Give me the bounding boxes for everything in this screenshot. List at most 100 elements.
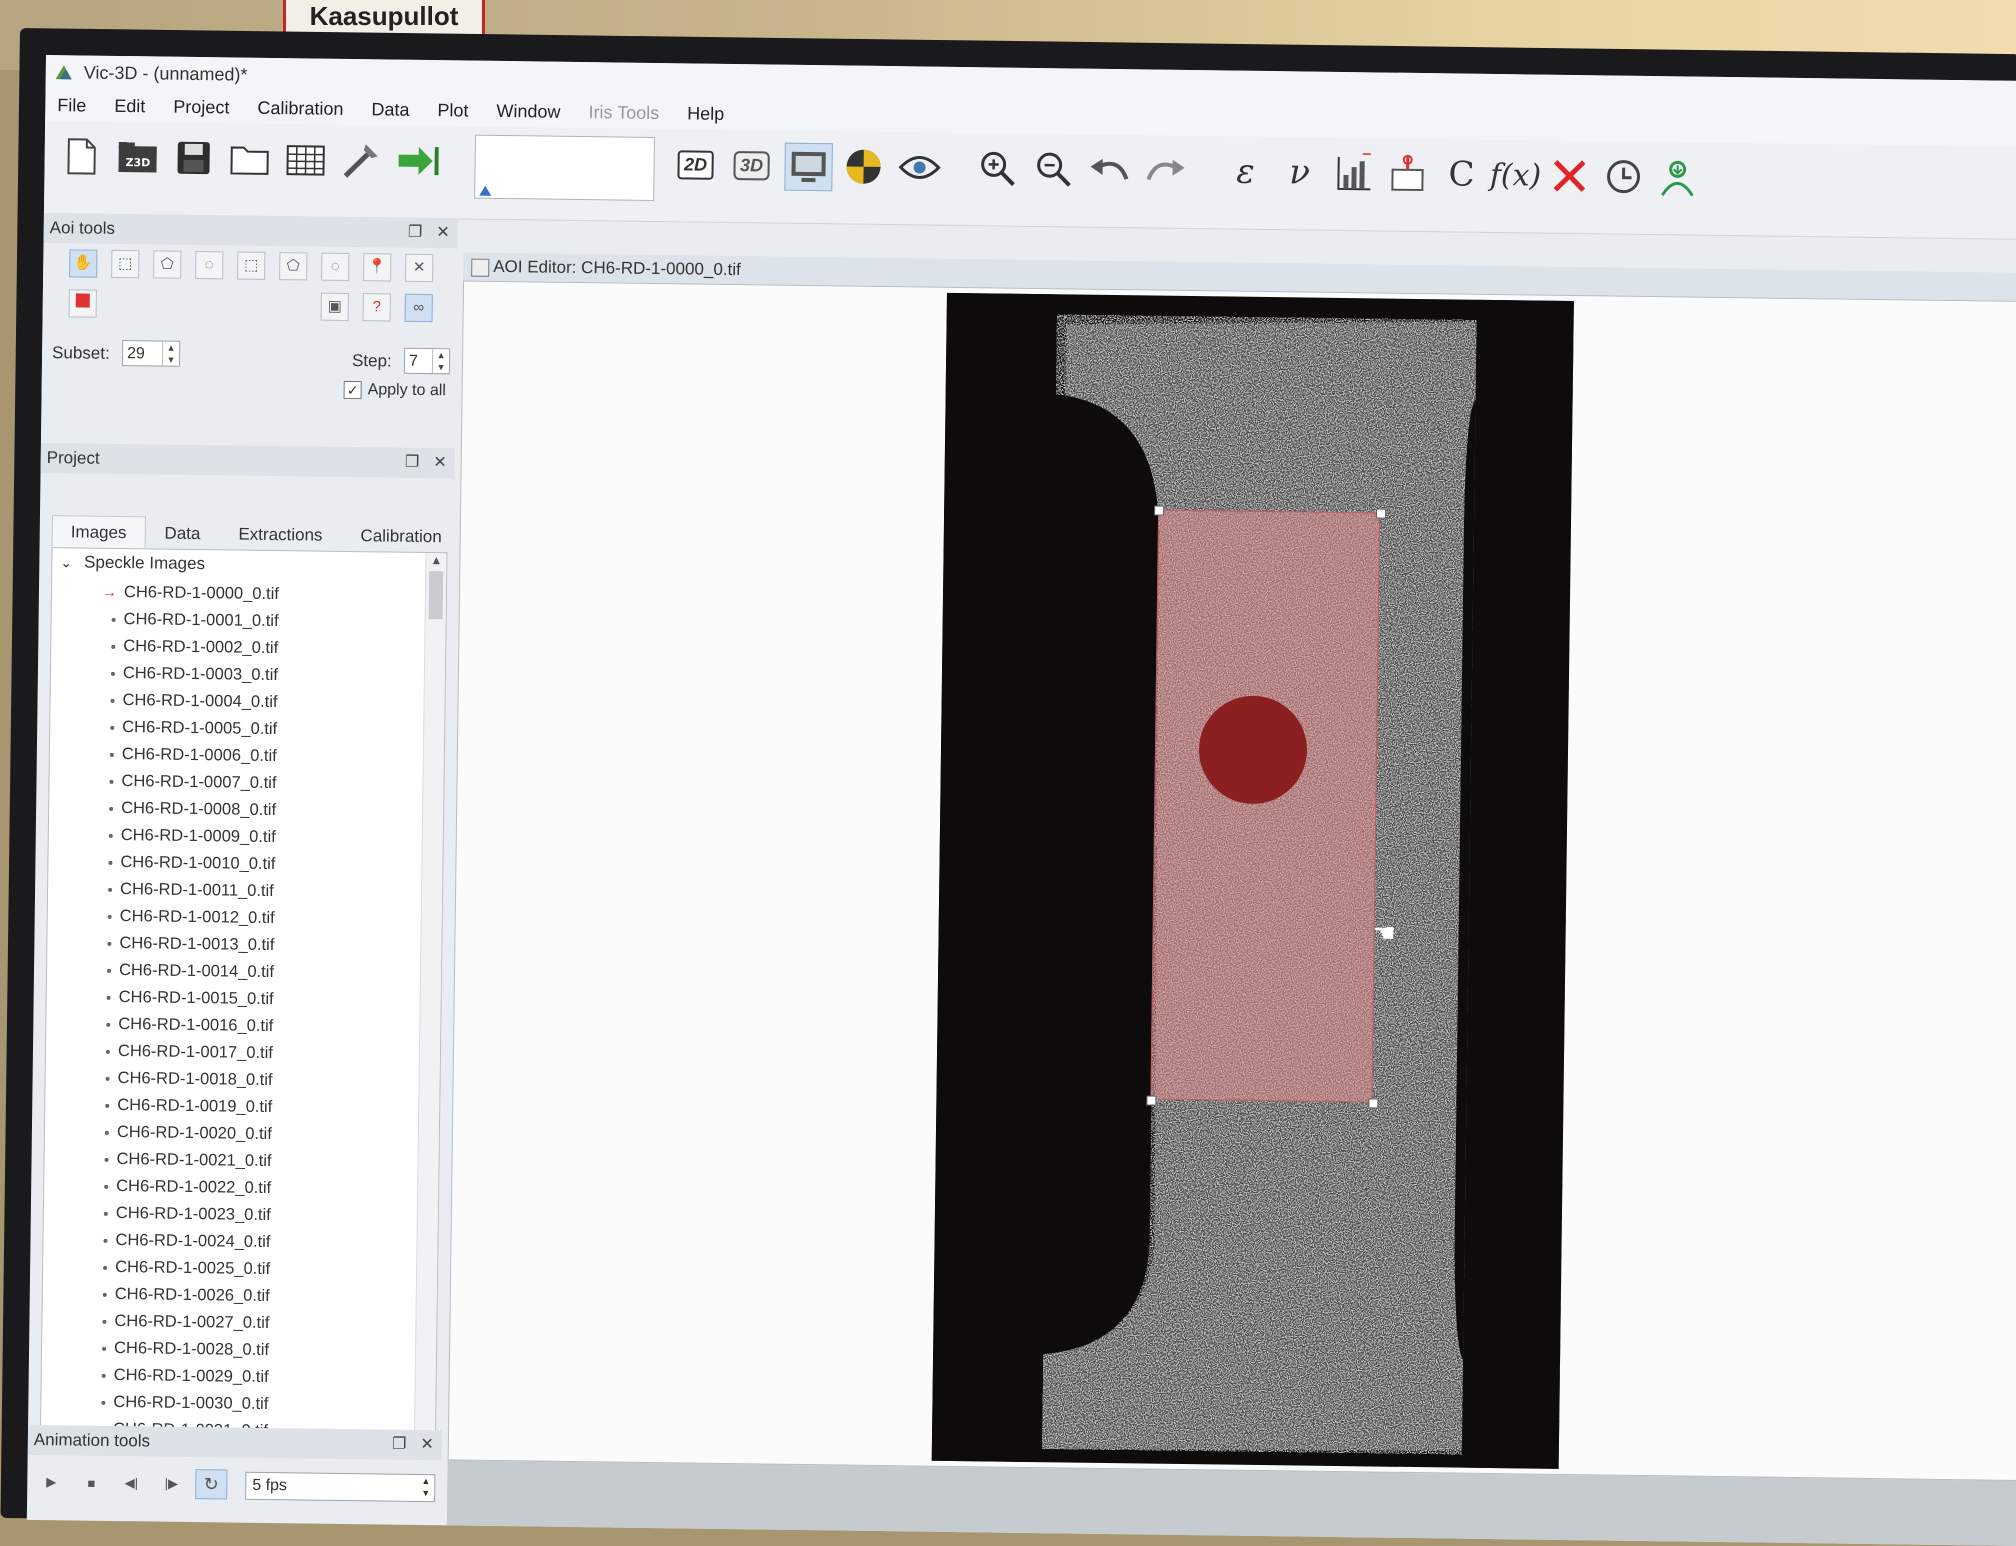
aoi-region[interactable] [1150, 509, 1381, 1103]
redo-button[interactable] [1142, 147, 1189, 194]
poisson-button[interactable]: ν [1276, 149, 1323, 196]
calendar-grid-button[interactable] [282, 136, 329, 183]
close-panel-icon[interactable]: ✕ [420, 1436, 434, 1453]
bullet-icon [105, 1049, 110, 1054]
tab-calibration[interactable]: Calibration [341, 519, 461, 553]
bullet-icon [111, 617, 116, 622]
menu-project[interactable]: Project [161, 91, 245, 124]
subset-spinbox[interactable]: 29 ▲ ▼ [121, 340, 181, 367]
close-panel-icon[interactable]: ✕ [433, 454, 447, 471]
pan-hand-tool[interactable]: ✋ [69, 249, 98, 278]
menu-file[interactable]: File [45, 89, 102, 122]
menu-calibration[interactable]: Calibration [245, 92, 359, 125]
tree-root[interactable]: ⌄ Speckle Images [60, 552, 205, 574]
subset-stepper-icon[interactable]: ▲ ▼ [161, 341, 180, 366]
menu-iris-tools[interactable]: Iris Tools [576, 96, 675, 129]
scroll-thumb[interactable] [428, 571, 444, 620]
mode-2d-button[interactable]: 2D [672, 141, 719, 188]
stop-button[interactable]: ■ [75, 1468, 107, 1498]
chevron-down-icon[interactable]: ⌄ [60, 554, 72, 570]
color-tool[interactable] [68, 289, 97, 318]
menu-window[interactable]: Window [484, 95, 576, 128]
menu-edit[interactable]: Edit [102, 90, 161, 123]
step-spinbox[interactable]: 7 ▲ ▼ [403, 347, 451, 375]
aoi-editor-title: AOI Editor: CH6-RD-1-0000_0.tif [493, 256, 741, 280]
image-tree: ⌄ Speckle Images → CH6-RD-1-0000_0.tif CH6-… [39, 547, 448, 1448]
timeline-box[interactable] [474, 134, 655, 201]
help-tool[interactable]: ? [362, 293, 391, 322]
step-forward-icon: |▶ [164, 1475, 179, 1491]
rect-select-tool[interactable]: ⬚ [111, 249, 140, 279]
image-filename: CH6-RD-1-0000_0.tif [123, 583, 280, 604]
apply-to-all-checkbox[interactable]: ✓ [343, 380, 362, 400]
seed-point-tool[interactable]: 📍 [363, 253, 392, 282]
float-panel-icon[interactable]: ❐ [408, 224, 423, 241]
scroll-up-icon[interactable]: ▲ [426, 553, 446, 571]
calibrate-button[interactable] [338, 137, 385, 184]
delete-button[interactable] [1546, 153, 1593, 200]
step-stepper-icon[interactable]: ▲ ▼ [431, 349, 450, 374]
bullet-icon [104, 1130, 109, 1135]
zoom-in-icon [981, 151, 1015, 187]
c-function-button[interactable]: C [1438, 151, 1485, 198]
polygon-select-tool[interactable]: ⬠ [153, 250, 182, 279]
open-z3d-button[interactable]: Z3D [114, 134, 161, 181]
aoi-handle-bottom-right[interactable] [1368, 1098, 1379, 1109]
menu-help[interactable]: Help [675, 97, 740, 130]
target-button[interactable] [840, 143, 887, 190]
strain-button[interactable]: ε [1222, 148, 1269, 195]
zoom-in-button[interactable] [974, 145, 1021, 192]
display-button[interactable] [784, 142, 833, 192]
fx-button[interactable]: f(x) [1490, 152, 1542, 199]
zoom-out-button[interactable] [1030, 146, 1077, 193]
bullet-icon [103, 1238, 108, 1243]
next-button[interactable]: |▶ [155, 1469, 187, 1499]
checkmark-icon: ✓ [346, 381, 359, 399]
undo-button[interactable] [1086, 147, 1133, 194]
mode-3d-button[interactable]: 3D [728, 142, 775, 189]
polygon-cut-tool[interactable]: ⬠ [279, 252, 308, 281]
close-panel-icon[interactable]: ✕ [436, 224, 450, 241]
save-button[interactable] [170, 135, 217, 182]
aoi-handle-top-left[interactable] [1154, 505, 1165, 516]
run-analysis-button[interactable] [394, 138, 441, 185]
statistics-button[interactable] [1330, 150, 1377, 197]
aoi-handle-top-right[interactable] [1376, 508, 1387, 519]
play-button[interactable]: ▶ [35, 1467, 67, 1497]
fps-select[interactable]: 5 fps ▲ ▼ [245, 1471, 436, 1503]
tab-data[interactable]: Data [145, 516, 219, 549]
view-button[interactable] [896, 144, 943, 191]
tab-extractions[interactable]: Extractions [219, 517, 342, 551]
image-filename: CH6-RD-1-0026_0.tif [114, 1285, 270, 1306]
mode-2d-label: 2D [677, 149, 714, 180]
save-icon [177, 141, 210, 175]
run-arrow-icon [398, 146, 439, 176]
new-file-button[interactable] [58, 133, 105, 180]
clear-aoi-tool[interactable]: ✕ [405, 253, 434, 283]
rect-cut-tool[interactable]: ⬚ [237, 251, 266, 280]
tab-images[interactable]: Images [51, 515, 146, 549]
float-panel-icon[interactable]: ❐ [405, 454, 420, 471]
image-filename: CH6-RD-1-0016_0.tif [118, 1015, 274, 1036]
bullet-icon [108, 887, 113, 892]
fit-aoi-tool[interactable]: ▣ [320, 292, 349, 321]
ellipse-cut-tool[interactable]: ◌ [321, 252, 350, 281]
image-filename: CH6-RD-1-0004_0.tif [122, 691, 278, 712]
clock-icon [1607, 160, 1641, 194]
ellipse-select-tool[interactable]: ◌ [195, 250, 224, 280]
extract-button[interactable] [1384, 151, 1431, 198]
link-tool[interactable]: ∞ [404, 293, 433, 323]
float-panel-icon[interactable]: ❐ [392, 1436, 407, 1453]
menu-data[interactable]: Data [359, 93, 425, 126]
bullet-icon [110, 671, 115, 676]
link-icon: ∞ [413, 298, 425, 316]
polygon-cut-icon: ⬠ [286, 257, 300, 275]
fps-stepper-icon[interactable]: ▲ ▼ [421, 1475, 430, 1499]
aoi-handle-bottom-left[interactable] [1146, 1095, 1157, 1106]
loop-button[interactable]: ↻ [195, 1469, 228, 1500]
open-folder-button[interactable] [226, 135, 273, 182]
user-button[interactable] [1654, 154, 1701, 201]
menu-plot[interactable]: Plot [425, 94, 484, 127]
clock-button[interactable] [1600, 153, 1647, 200]
previous-button[interactable]: ◀| [115, 1468, 147, 1498]
